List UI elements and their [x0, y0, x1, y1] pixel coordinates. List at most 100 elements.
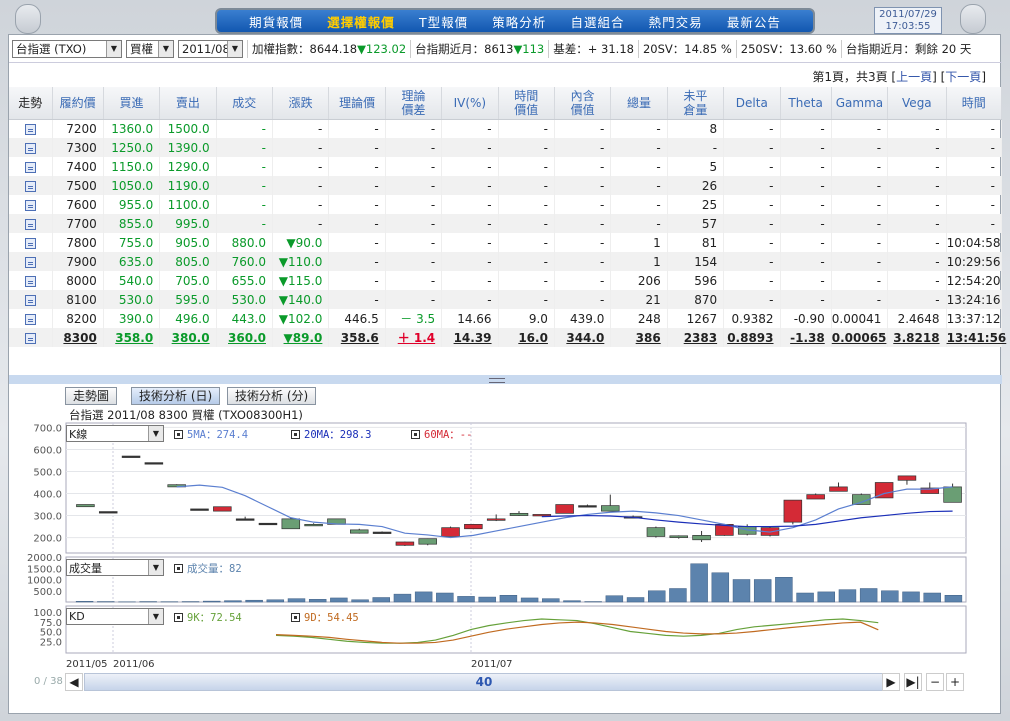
mini-chart-icon[interactable] — [24, 142, 36, 154]
k-indicator-select[interactable]: K線 ▼ — [66, 425, 164, 442]
chevron-down-icon: ▼ — [148, 560, 163, 575]
table-row[interactable]: 8100 530.0 595.0 530.0 ▼140.0- - - - -21 870- - - -1… — [9, 290, 1003, 309]
checkbox-icon[interactable] — [174, 430, 183, 439]
column-header[interactable]: 買進 — [103, 87, 161, 120]
candle — [304, 524, 323, 527]
tab-trend-chart[interactable]: 走勢圖 — [65, 387, 118, 405]
table-row[interactable]: 7900 635.0 805.0 760.0 ▼110.0- - - - -1 154- - - -10… — [9, 252, 1003, 271]
candle — [190, 508, 209, 511]
tab-tech-daily[interactable]: 技術分析 (日) — [131, 387, 221, 405]
volume-bar — [372, 597, 390, 603]
mini-chart-icon[interactable] — [24, 123, 36, 135]
column-header[interactable]: 理論 價差 — [385, 87, 443, 120]
table-row[interactable]: 7700 855.0 995.0- - - - - - - -57- - - - - — [9, 214, 1003, 233]
checkbox-icon[interactable] — [291, 613, 300, 622]
nav-item[interactable]: 熱門交易 — [649, 12, 703, 31]
table-cell: - — [946, 119, 1003, 138]
column-header[interactable]: 理論價 — [328, 87, 386, 120]
column-header[interactable]: 時間 — [946, 87, 1003, 120]
mini-chart-icon[interactable] — [24, 237, 36, 249]
scroll-left-button[interactable]: ◀ — [65, 673, 83, 691]
scroll-track[interactable]: 40 — [84, 673, 884, 691]
market-stat-value: 剩餘 20 天 — [914, 41, 972, 56]
column-header[interactable]: Vega — [887, 87, 947, 120]
month-select[interactable]: 2011/08 ▼ — [178, 39, 243, 58]
next-page-link[interactable]: 下一頁 — [945, 70, 981, 84]
tab-tech-minute[interactable]: 技術分析 (分) — [227, 387, 317, 405]
table-cell: - — [723, 157, 781, 176]
mini-chart-icon[interactable] — [24, 199, 36, 211]
nav-item[interactable]: 最新公告 — [727, 12, 781, 31]
column-header[interactable]: Gamma — [831, 87, 889, 120]
table-row[interactable]: 7400 1150.0 1290.0- - - - - - - -5- - - - - — [9, 157, 1003, 176]
table-cell: 360.0 — [216, 328, 273, 347]
right-panel-button[interactable] — [960, 4, 986, 34]
prev-page-link[interactable]: 上一頁 — [896, 70, 932, 84]
column-header[interactable]: 內含 價值 — [554, 87, 612, 120]
mini-chart-icon[interactable] — [24, 313, 36, 325]
table-cell: 390.0 — [103, 309, 161, 328]
column-header[interactable]: 履約價 — [52, 87, 104, 120]
table-cell: - — [831, 157, 889, 176]
mini-chart-icon[interactable] — [24, 180, 36, 192]
mini-chart-icon[interactable] — [24, 161, 36, 173]
table-cell: - — [272, 176, 330, 195]
checkbox-icon[interactable] — [411, 430, 420, 439]
nav-item[interactable]: 自選組合 — [570, 12, 624, 31]
left-panel-button[interactable] — [15, 4, 41, 34]
mini-chart-icon[interactable] — [24, 294, 36, 306]
trend-icon-cell — [9, 176, 53, 195]
table-row[interactable]: 8000 540.0 705.0 655.0 ▼115.0- - - - -206 596- - - -… — [9, 271, 1003, 290]
zoom-in-button[interactable]: + — [946, 673, 964, 691]
column-header[interactable]: IV(%) — [441, 87, 499, 120]
checkbox-icon[interactable] — [174, 564, 183, 573]
table-cell: 995.0 — [159, 214, 217, 233]
column-header[interactable]: 走勢 — [9, 87, 53, 120]
nav-item[interactable]: 期貨報價 — [249, 12, 303, 31]
chart-svg: 700.0 600.0 500.0 400.0 300.0 200.0 2011/05 201… — [27, 422, 967, 670]
table-row[interactable]: 8300 358.0 380.0 360.0 ▼89.0 358.6 ＋ 1.4 14.39 1… — [9, 328, 1006, 347]
skip-end-icon[interactable]: ▶| — [904, 673, 922, 691]
mini-chart-icon[interactable] — [24, 256, 36, 268]
play-icon[interactable]: ▶ — [882, 673, 900, 691]
pane-splitter[interactable] — [9, 375, 1002, 384]
mini-chart-icon[interactable] — [24, 218, 36, 230]
nav-item[interactable]: 選擇權報價 — [327, 12, 395, 31]
market-stat-label: 20SV： — [642, 41, 685, 56]
nav-item[interactable]: 策略分析 — [492, 12, 546, 31]
option-type-select[interactable]: 買權 ▼ — [126, 39, 174, 58]
table-row[interactable]: 7200 1360.0 1500.0- - - - - - - -8- - - - - — [9, 119, 1003, 138]
column-header[interactable]: 賣出 — [159, 87, 217, 120]
table-cell: - — [385, 271, 443, 290]
mini-chart-icon[interactable] — [24, 332, 36, 344]
table-row[interactable]: 7600 955.0 1100.0- - - - - - - -25- - - - - — [9, 195, 1003, 214]
zoom-out-button[interactable]: − — [926, 673, 944, 691]
table-row[interactable]: 7800 755.0 905.0 880.0 ▼90.0- - - - -1 81- - - -10:0… — [9, 233, 1003, 252]
table-cell: - — [831, 195, 889, 214]
column-header[interactable]: 時間 價值 — [498, 87, 555, 120]
column-header[interactable]: Delta — [723, 87, 781, 120]
table-cell: 855.0 — [103, 214, 161, 233]
trend-icon-cell — [9, 309, 53, 328]
product-select[interactable]: 台指選 (TXO) ▼ — [12, 39, 122, 58]
table-row[interactable]: 8200 390.0 496.0 443.0 ▼102.0 446.5 － 3.5 14.66… — [9, 309, 1003, 328]
table-cell: - — [272, 195, 330, 214]
trend-icon-cell — [9, 119, 53, 138]
checkbox-icon[interactable] — [174, 613, 183, 622]
column-header[interactable]: 成交 — [216, 87, 273, 120]
volume-indicator-select[interactable]: 成交量 ▼ — [66, 559, 164, 576]
mini-chart-icon[interactable] — [24, 275, 36, 287]
table-row[interactable]: 7500 1050.0 1190.0- - - - - - - -26- - - - - — [9, 176, 1003, 195]
k-indicator-value: K線 — [69, 427, 88, 441]
table-row[interactable]: 7300 1250.0 1390.0- - - - - - - - - - - - - - — [9, 138, 1003, 157]
volume-bar — [436, 592, 454, 603]
column-header[interactable]: Theta — [780, 87, 832, 120]
column-header[interactable]: 未平 倉量 — [667, 87, 725, 120]
kd-indicator-select[interactable]: KD ▼ — [66, 608, 164, 625]
column-header[interactable]: 漲跌 — [272, 87, 330, 120]
table-cell: - — [554, 233, 612, 252]
candle — [372, 531, 392, 534]
column-header[interactable]: 總量 — [610, 87, 668, 120]
nav-item[interactable]: T型報價 — [419, 12, 468, 31]
checkbox-icon[interactable] — [291, 430, 300, 439]
